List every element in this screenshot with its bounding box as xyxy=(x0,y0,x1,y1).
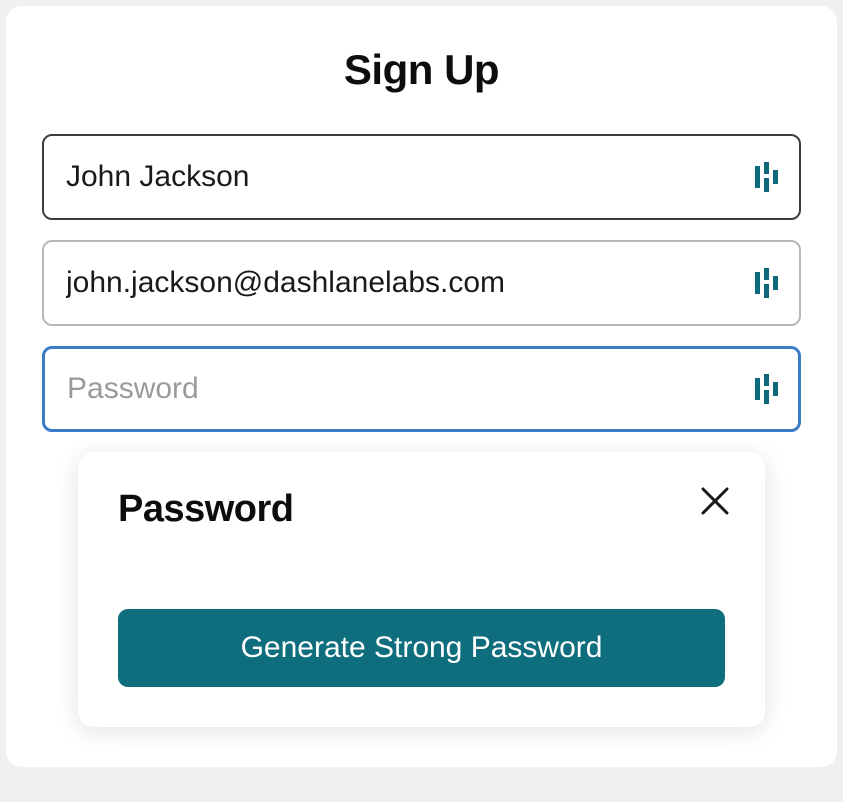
popup-title: Password xyxy=(118,488,725,531)
close-button[interactable] xyxy=(695,482,735,522)
close-icon xyxy=(699,485,731,520)
name-input[interactable] xyxy=(42,134,801,220)
page-title: Sign Up xyxy=(42,46,801,94)
email-input[interactable] xyxy=(42,240,801,326)
password-field-wrapper xyxy=(42,346,801,432)
name-field-wrapper xyxy=(42,134,801,220)
signup-card: Sign Up xyxy=(6,6,837,767)
generate-password-button[interactable]: Generate Strong Password xyxy=(118,609,725,687)
password-generator-popup: Password Generate Strong Password xyxy=(78,452,765,727)
password-input[interactable] xyxy=(42,346,801,432)
email-field-wrapper xyxy=(42,240,801,326)
